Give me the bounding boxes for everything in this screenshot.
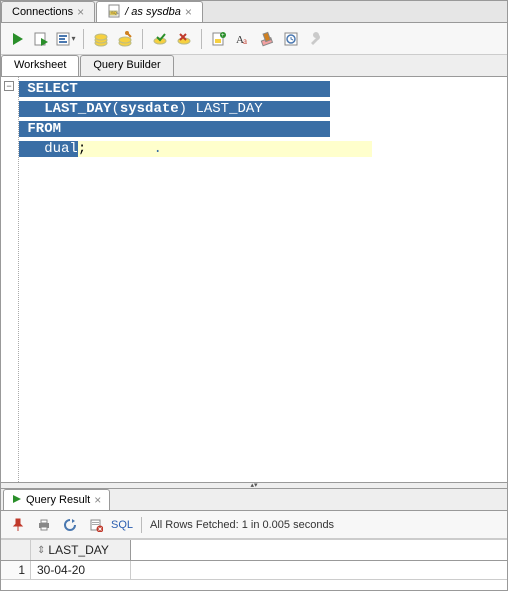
unshared-worksheet-button[interactable]: + (208, 28, 230, 50)
sql-table: dual (44, 141, 78, 157)
close-icon[interactable]: × (77, 6, 84, 18)
worksheet-tab-bar: Worksheet Query Builder (1, 55, 507, 77)
run-script-button[interactable] (31, 28, 53, 50)
grid-corner (1, 540, 31, 560)
top-tab-bar: Connections × SQL / as sysdba × (1, 1, 507, 23)
editor-gutter: − (1, 77, 19, 482)
sql-file-icon: SQL (107, 4, 121, 21)
svg-text:+: + (221, 33, 225, 39)
row-number: 1 (1, 561, 31, 579)
code-area[interactable]: SELECT LAST_DAY(sysdate) LAST_DAY FROM d… (19, 77, 507, 482)
sql-func: LAST_DAY (44, 101, 111, 117)
rollback-button[interactable] (173, 28, 195, 50)
commit-button[interactable] (149, 28, 171, 50)
fetch-status: All Rows Fetched: 1 in 0.005 seconds (150, 519, 334, 531)
grid-header-cell[interactable]: ⇕ LAST_DAY (31, 540, 131, 560)
tab-worksheet-label: Worksheet (14, 59, 66, 71)
fold-toggle-icon[interactable]: − (4, 81, 14, 91)
results-tab-bar: Query Result × (1, 489, 507, 511)
close-icon[interactable]: × (185, 6, 192, 18)
svg-text:SQL: SQL (111, 10, 120, 15)
splitter-handle[interactable]: ▴▾ (1, 482, 507, 489)
grid-header-row: ⇕ LAST_DAY (1, 539, 507, 561)
main-toolbar: + Aa (1, 23, 507, 55)
to-upper-lower-button[interactable]: Aa (232, 28, 254, 50)
sql-history-button[interactable] (280, 28, 302, 50)
tab-session-label: / as sysdba (125, 6, 181, 18)
sql-alias: LAST_DAY (187, 101, 263, 117)
sql-editor[interactable]: − SELECT LAST_DAY(sysdate) LAST_DAY FROM… (1, 77, 507, 482)
results-toolbar: SQL All Rows Fetched: 1 in 0.005 seconds (1, 511, 507, 539)
tab-session[interactable]: SQL / as sysdba × (96, 1, 203, 22)
grid-row[interactable]: 1 30-04-20 (1, 561, 507, 580)
wrench-button[interactable] (304, 28, 326, 50)
explain-plan-button[interactable] (55, 28, 77, 50)
tab-worksheet[interactable]: Worksheet (1, 55, 79, 76)
autotrace-button[interactable] (90, 28, 112, 50)
pin-button[interactable] (7, 514, 29, 536)
results-grid[interactable]: ⇕ LAST_DAY 1 30-04-20 (1, 539, 507, 590)
sql-keyword-select: SELECT (27, 81, 77, 97)
tab-connections-label: Connections (12, 6, 73, 18)
print-button[interactable] (33, 514, 55, 536)
tab-query-result-label: Query Result (26, 494, 90, 506)
run-statement-button[interactable] (7, 28, 29, 50)
sql-developer-window: Connections × SQL / as sysdba × + Aa Wor… (0, 0, 508, 591)
sql-tuning-button[interactable] (114, 28, 136, 50)
delete-row-button[interactable] (85, 514, 107, 536)
refresh-button[interactable] (59, 514, 81, 536)
tab-connections[interactable]: Connections × (1, 1, 95, 22)
sort-icon: ⇕ (37, 545, 45, 556)
sql-link[interactable]: SQL (111, 519, 133, 531)
results-panel: Query Result × SQL All Rows Fetched: 1 i… (1, 489, 507, 590)
tab-query-result[interactable]: Query Result × (3, 489, 110, 510)
grid-cell[interactable]: 30-04-20 (31, 561, 131, 579)
sql-keyword-from: FROM (27, 121, 61, 137)
tab-query-builder[interactable]: Query Builder (80, 55, 173, 76)
clear-button[interactable] (256, 28, 278, 50)
tab-query-builder-label: Query Builder (93, 59, 160, 71)
col-header-label: LAST_DAY (48, 543, 108, 557)
close-icon[interactable]: × (94, 494, 101, 506)
run-icon (12, 494, 22, 507)
svg-text:a: a (243, 36, 247, 46)
